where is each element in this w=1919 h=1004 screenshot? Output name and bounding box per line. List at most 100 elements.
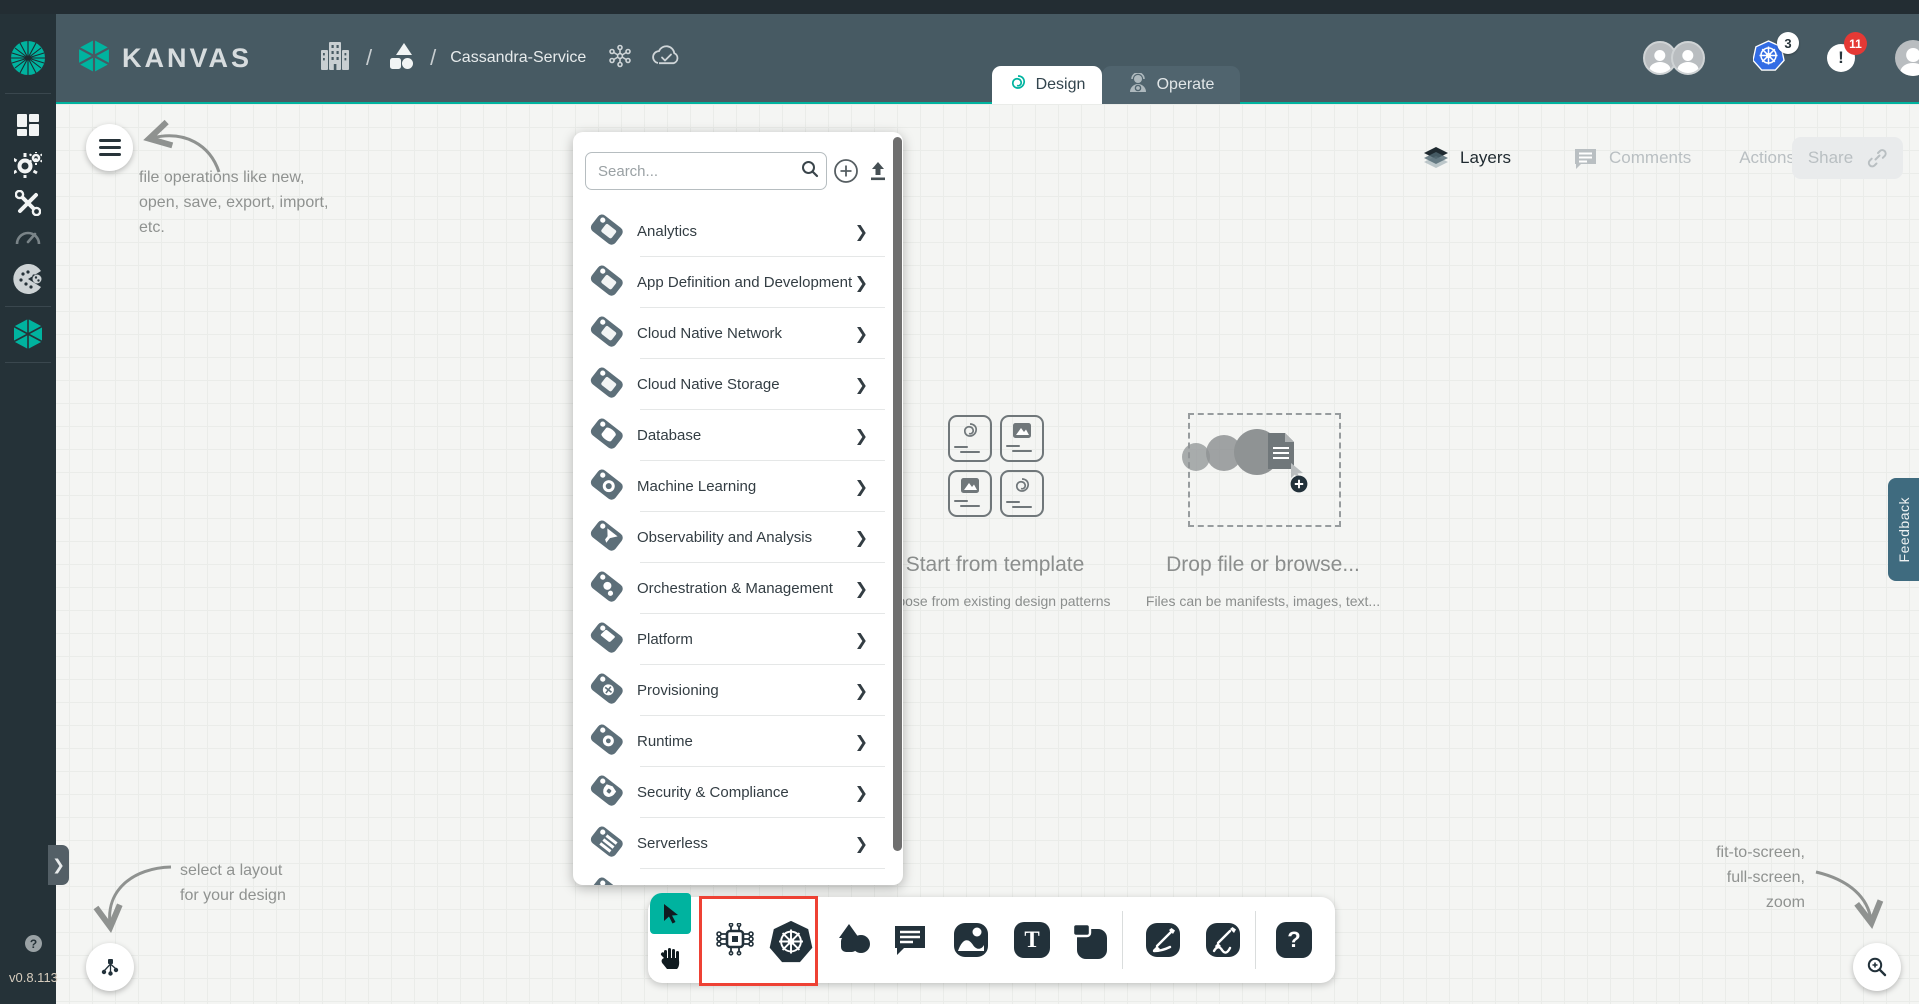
- shapes-icon: [835, 922, 871, 958]
- workspace-icon[interactable]: [386, 41, 416, 76]
- pen-tool[interactable]: [1140, 917, 1186, 963]
- layers-label: Layers: [1460, 148, 1511, 168]
- pan-tool[interactable]: [650, 937, 691, 979]
- sidebar-item-extensions[interactable]: [0, 264, 56, 294]
- sidebar-item-performance[interactable]: [0, 228, 56, 246]
- layout-selector-button[interactable]: [86, 943, 134, 991]
- comments-label: Comments: [1609, 148, 1691, 168]
- category-item-orchestration[interactable]: Orchestration & Management❯: [573, 563, 894, 614]
- category-item-cloud-native-storage[interactable]: Cloud Native Storage❯: [573, 359, 894, 410]
- search-input[interactable]: [586, 163, 801, 180]
- chevron-right-icon: ❯: [855, 477, 868, 497]
- comments-button[interactable]: Comments: [1573, 147, 1691, 170]
- organization-icon[interactable]: [318, 40, 352, 77]
- category-tag-icon: [586, 364, 626, 405]
- chevron-right-icon: ❯: [855, 834, 868, 854]
- chevron-right-icon: ❯: [855, 579, 868, 599]
- category-item-runtime[interactable]: Runtime❯: [573, 716, 894, 767]
- design-spiral-icon: [1009, 74, 1027, 97]
- category-item-security[interactable]: Security & Compliance❯: [573, 767, 894, 818]
- layout-graph-icon: [100, 957, 120, 977]
- panel-scrollbar[interactable]: [893, 137, 902, 851]
- search-icon[interactable]: [801, 160, 830, 183]
- share-label: Share: [1808, 148, 1853, 168]
- sidebar-expand-button[interactable]: ❯: [48, 845, 69, 885]
- sidebar-item-tools[interactable]: [0, 190, 56, 216]
- file-menu-button[interactable]: [86, 124, 133, 171]
- category-item-observability[interactable]: Observability and Analysis❯: [573, 512, 894, 563]
- zoom-controls-button[interactable]: [1853, 943, 1901, 991]
- chevron-right-icon: ❯: [855, 528, 868, 548]
- merge-designs-icon[interactable]: [608, 44, 632, 73]
- canvas-action-bar: Layers Comments Actions: [1423, 137, 1846, 179]
- category-item-platform[interactable]: Platform❯: [573, 614, 894, 665]
- category-label: Security & Compliance: [637, 784, 789, 801]
- tab-design[interactable]: Design: [992, 66, 1102, 104]
- help-tool[interactable]: ?: [1271, 917, 1317, 963]
- share-button[interactable]: Share: [1792, 137, 1903, 179]
- text-tool[interactable]: T: [1009, 917, 1055, 963]
- kubernetes-icon: [769, 920, 813, 963]
- shapes-tool[interactable]: [830, 917, 876, 963]
- category-item-machine-learning[interactable]: Machine Learning ❯: [573, 461, 894, 512]
- sidebar-item-settings[interactable]: [0, 152, 56, 178]
- sidebar-divider: [5, 362, 51, 363]
- notification-count-badge: 11: [1844, 32, 1867, 55]
- chevron-right-icon: ❯: [855, 222, 868, 242]
- comment-tool[interactable]: [887, 917, 933, 963]
- cursor-select-icon: [661, 903, 681, 925]
- comments-icon: [1573, 147, 1598, 170]
- mode-tabs: Design Operate: [992, 66, 1240, 104]
- tab-operate[interactable]: Operate: [1102, 66, 1240, 104]
- category-tag-icon: [586, 823, 626, 864]
- category-item-partial[interactable]: [573, 869, 894, 885]
- chevron-right-icon: ❯: [855, 426, 868, 446]
- sidebar-divider: [5, 306, 51, 307]
- category-item-provisioning[interactable]: Provisioning❯: [573, 665, 894, 716]
- category-item-analytics[interactable]: Analytics ❯: [573, 206, 894, 257]
- meshery-logo[interactable]: [0, 40, 56, 76]
- category-item-serverless[interactable]: Serverless❯: [573, 818, 894, 869]
- component-shapes-tool[interactable]: [713, 919, 757, 963]
- component-search[interactable]: [585, 152, 827, 190]
- category-item-cloud-native-network[interactable]: Cloud Native Network❯: [573, 308, 894, 359]
- link-icon: [1867, 148, 1887, 168]
- kubernetes-context-icon[interactable]: 3: [1753, 40, 1785, 76]
- file-menu-icon: [99, 139, 121, 156]
- category-item-app-definition[interactable]: App Definition and Development❯: [573, 257, 894, 308]
- image-tool-icon: [952, 921, 990, 959]
- text-tool-icon: T: [1014, 922, 1050, 958]
- help-tool-icon: ?: [1276, 922, 1312, 958]
- category-tag-icon: [586, 874, 626, 885]
- toolbar-divider: [1255, 911, 1256, 969]
- category-label: Database: [637, 427, 701, 444]
- sidebar-item-dashboard[interactable]: [0, 113, 56, 137]
- kanvas-logo-icon[interactable]: [78, 38, 110, 79]
- select-tool[interactable]: [650, 893, 691, 934]
- user-avatar[interactable]: [1895, 40, 1919, 76]
- actions-label: Actions: [1739, 148, 1795, 168]
- brand-wordmark[interactable]: KANVAS: [122, 43, 252, 74]
- bottom-toolbar: T: [648, 897, 1335, 983]
- category-label: Machine Learning: [637, 478, 756, 495]
- sidebar-item-kanvas[interactable]: [0, 318, 56, 350]
- category-label: Analytics: [637, 223, 697, 240]
- design-name-label[interactable]: Cassandra-Service: [450, 49, 586, 67]
- feedback-tab[interactable]: Feedback: [1888, 478, 1919, 581]
- notifications-icon[interactable]: ! 11: [1827, 44, 1855, 72]
- collaborator-avatar[interactable]: [1671, 41, 1705, 75]
- note-tool[interactable]: [1067, 917, 1113, 963]
- sketch-tool[interactable]: [1200, 917, 1246, 963]
- layers-button[interactable]: Layers: [1423, 146, 1511, 170]
- help-icon[interactable]: ?: [25, 935, 42, 952]
- import-upload-icon[interactable]: [867, 160, 889, 187]
- cloud-sync-icon[interactable]: [650, 44, 682, 73]
- category-tag-icon: [586, 772, 626, 813]
- operator-icon: [1128, 73, 1148, 98]
- note-icon: [1071, 921, 1109, 959]
- tab-operate-label: Operate: [1157, 76, 1215, 94]
- category-item-database[interactable]: Database ❯: [573, 410, 894, 461]
- add-component-icon[interactable]: [833, 158, 859, 189]
- kubernetes-tool[interactable]: [768, 918, 814, 964]
- image-tool[interactable]: [948, 917, 994, 963]
